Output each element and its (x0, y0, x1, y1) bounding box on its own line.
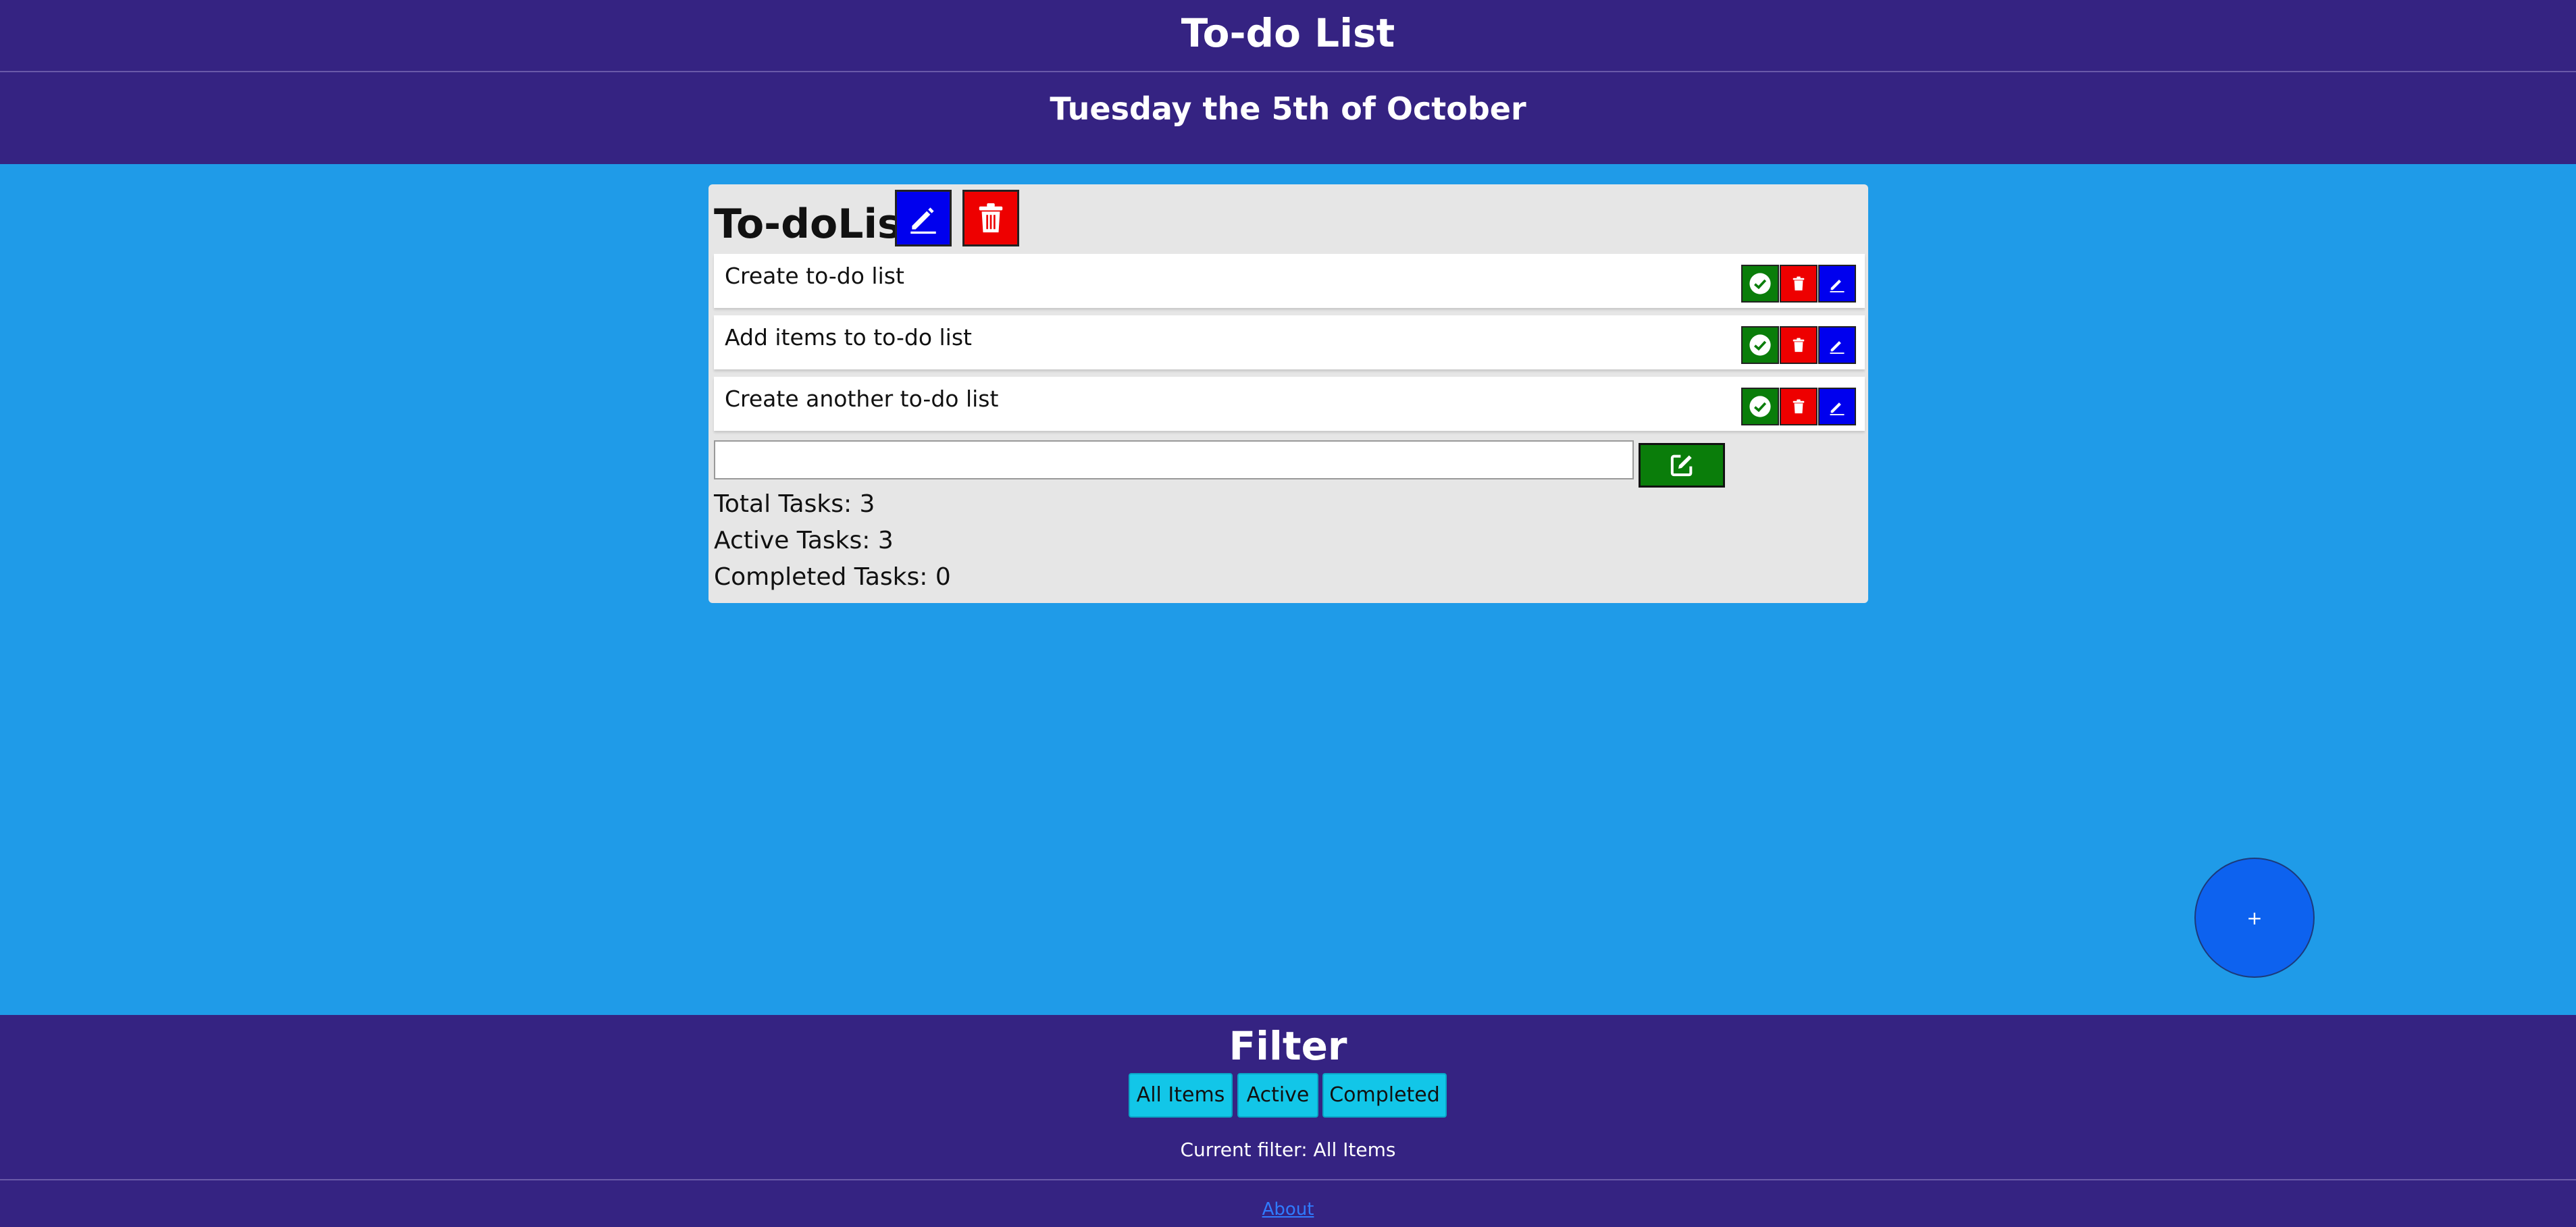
add-list-button[interactable]: + (2194, 858, 2315, 978)
edit-task-button[interactable] (1818, 265, 1856, 303)
task-text: Create another to-do list (725, 386, 999, 412)
filter-active-button[interactable]: Active (1237, 1073, 1318, 1118)
app-title: To-do List (1181, 10, 1395, 56)
filter-title: Filter (1229, 1023, 1347, 1069)
task-row: Add items to to-do list (714, 315, 1865, 369)
add-task-button[interactable] (1639, 443, 1725, 488)
pencil-icon (1830, 341, 1845, 354)
current-filter-label: Current filter: All Items (1180, 1139, 1396, 1161)
list-title: To-doList (714, 201, 921, 248)
trash-icon (1793, 338, 1805, 353)
pencil-icon (1830, 402, 1845, 415)
check-circle-icon (1749, 273, 1771, 294)
delete-task-button[interactable] (1780, 265, 1818, 303)
footer-divider (0, 1179, 2576, 1180)
header-bar: To-do List Tuesday the 5th of October (0, 0, 2576, 164)
about-link[interactable]: About (1262, 1199, 1314, 1220)
active-tasks-count: Active Tasks: 3 (714, 527, 894, 554)
edit-list-button[interactable] (895, 190, 952, 246)
filter-completed-button[interactable]: Completed (1322, 1073, 1447, 1118)
filter-bar: Filter All Items Active Completed Curren… (0, 1015, 2576, 1227)
pencil-icon (1830, 280, 1845, 292)
edit-task-button[interactable] (1818, 388, 1856, 425)
task-row: Create to-do list (714, 254, 1865, 308)
complete-task-button[interactable] (1741, 388, 1779, 425)
delete-list-button[interactable] (962, 190, 1019, 246)
todo-list-card: To-doList Create to-do list Add items to… (709, 184, 1868, 603)
edit-task-button[interactable] (1818, 326, 1856, 364)
trash-icon (979, 203, 1003, 233)
completed-tasks-count: Completed Tasks: 0 (714, 563, 951, 591)
delete-task-button[interactable] (1780, 388, 1818, 425)
complete-task-button[interactable] (1741, 265, 1779, 303)
filter-all-button[interactable]: All Items (1129, 1073, 1233, 1118)
header-divider (0, 71, 2576, 72)
complete-task-button[interactable] (1741, 326, 1779, 364)
pencil-icon (910, 207, 936, 234)
delete-task-button[interactable] (1780, 326, 1818, 364)
current-date: Tuesday the 5th of October (1050, 90, 1526, 127)
edit-square-icon (1670, 454, 1693, 477)
check-circle-icon (1749, 334, 1771, 356)
trash-icon (1793, 276, 1805, 291)
task-row: Create another to-do list (714, 377, 1865, 431)
total-tasks-count: Total Tasks: 3 (714, 490, 875, 518)
task-text: Add items to to-do list (725, 324, 972, 350)
trash-icon (1793, 399, 1805, 414)
check-circle-icon (1749, 396, 1771, 417)
task-text: Create to-do list (725, 263, 904, 289)
new-task-input[interactable] (714, 440, 1634, 479)
footer: About (0, 1197, 2576, 1222)
